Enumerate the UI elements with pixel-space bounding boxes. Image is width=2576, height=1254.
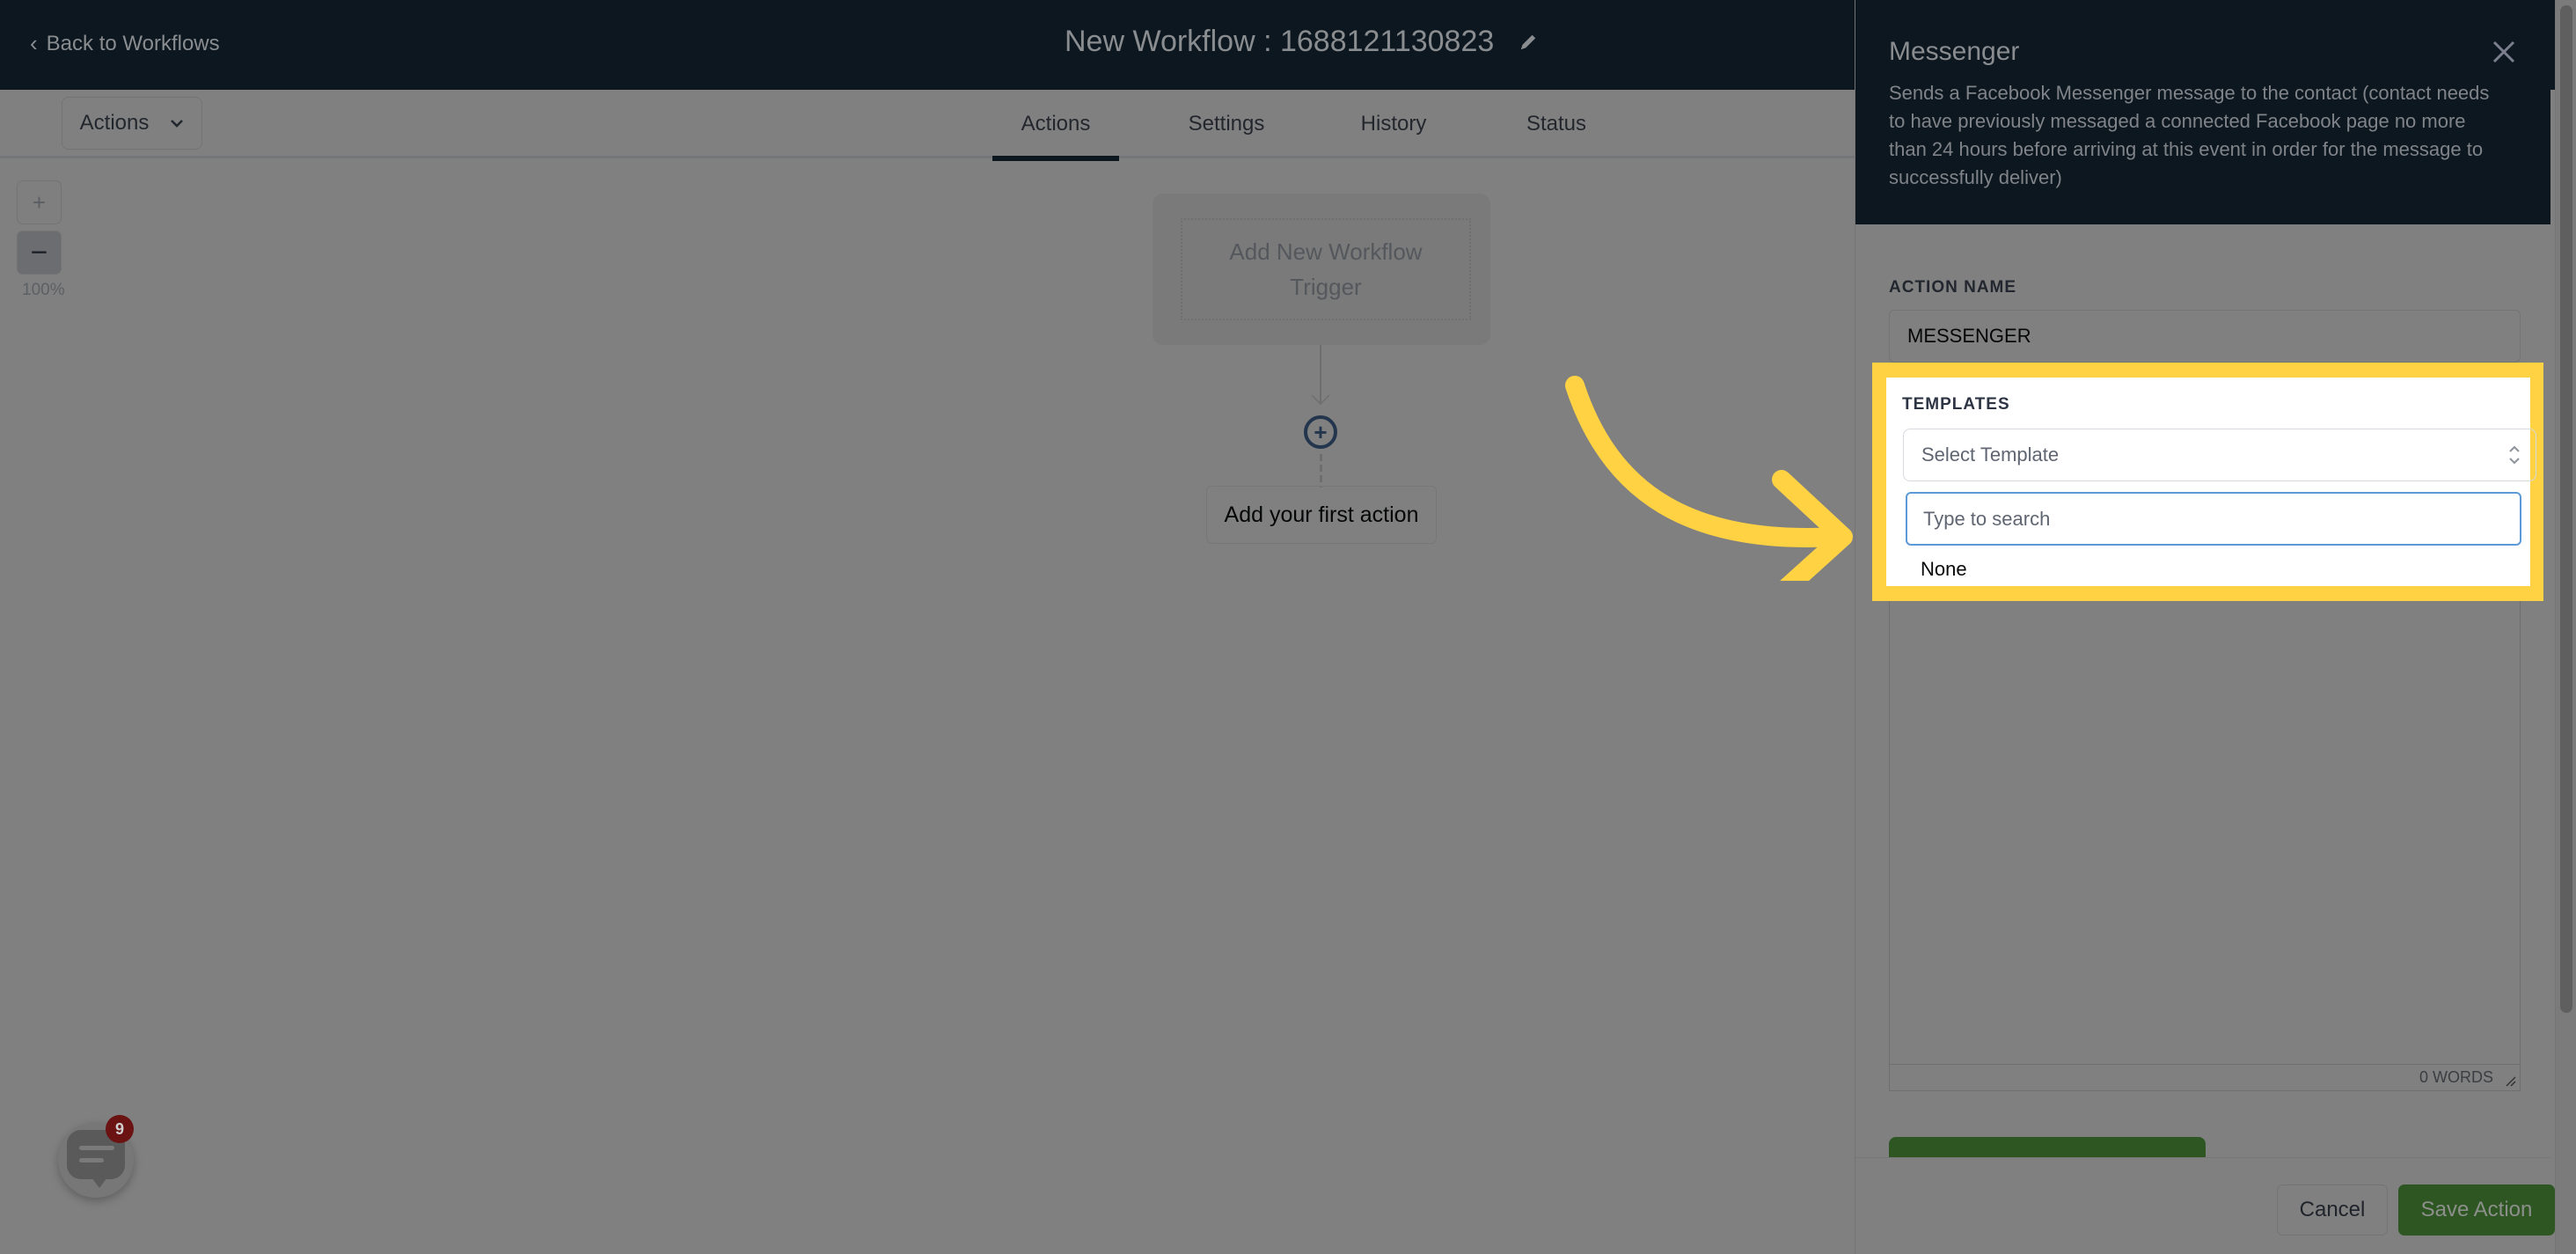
save-action-button[interactable]: Save Action [2398, 1184, 2555, 1236]
template-select[interactable]: Select Template [1903, 429, 2536, 481]
unread-badge: 9 [106, 1115, 134, 1143]
workflow-title-group: New Workflow : 1688121130823 [1065, 25, 1538, 59]
tab-status[interactable]: Status [1453, 90, 1659, 158]
workflow-title: New Workflow : 1688121130823 [1065, 25, 1495, 58]
zoom-controls: + − 100% [17, 180, 65, 300]
textarea-footer: 0 WORDS [1890, 1064, 2520, 1090]
panel-footer: Cancel Save Action [1855, 1157, 2555, 1254]
templates-label: TEMPLATES [1902, 395, 2010, 414]
add-trigger-button[interactable]: Add New Workflow Trigger [1181, 218, 1471, 320]
panel-title: Messenger [1889, 37, 2020, 66]
panel-description: Sends a Facebook Messenger message to th… [1889, 82, 2490, 188]
chevron-updown-icon [2509, 445, 2520, 465]
tab-history[interactable]: History [1334, 90, 1453, 158]
tab-settings[interactable]: Settings [1119, 90, 1334, 158]
action-name-input[interactable] [1889, 310, 2521, 363]
tab-bar: Actions Settings History Status [992, 90, 1659, 161]
back-to-workflows-link[interactable]: ‹ Back to Workflows [30, 30, 220, 57]
zoom-out-button[interactable]: − [17, 231, 62, 275]
actions-dropdown-label: Actions [79, 111, 150, 135]
add-action-plus-icon[interactable]: + [1304, 415, 1337, 449]
panel-scrollbar[interactable] [2555, 0, 2576, 1254]
scrollbar-thumb[interactable] [2560, 5, 2572, 1013]
action-name-label: ACTION NAME [1889, 278, 2017, 297]
tab-actions[interactable]: Actions [992, 90, 1119, 161]
actions-dropdown[interactable]: Actions [62, 97, 202, 150]
cancel-button[interactable]: Cancel [2277, 1184, 2388, 1236]
curved-arrow-annotation-icon [1565, 376, 1853, 581]
template-search-input[interactable] [1906, 492, 2521, 546]
panel-header: Messenger Sends a Facebook Messenger mes… [1855, 0, 2550, 224]
templates-section: TEMPLATES Select Template None [1886, 378, 2536, 586]
connector-arrow-icon [1311, 394, 1330, 405]
chevron-left-icon: ‹ [30, 30, 38, 56]
back-label: Back to Workflows [46, 31, 220, 55]
message-textarea[interactable]: 0 WORDS [1889, 598, 2521, 1091]
template-option-none[interactable]: None [1903, 554, 2536, 585]
template-select-value: Select Template [1921, 444, 2060, 466]
dashed-connector [1320, 454, 1322, 488]
templates-highlight-frame: TEMPLATES Select Template None [1872, 363, 2543, 601]
word-count: 0 WORDS [2419, 1068, 2493, 1086]
zoom-level: 100% [22, 281, 65, 299]
close-icon[interactable] [2491, 39, 2517, 65]
pencil-edit-icon[interactable] [1519, 33, 1538, 52]
chat-widget-button[interactable]: 9 [58, 1115, 134, 1198]
chevron-down-icon [171, 120, 184, 128]
sub-navigation: Actions Actions Settings History Status [0, 90, 1855, 161]
action-side-panel: Messenger Sends a Facebook Messenger mes… [1855, 0, 2555, 1254]
resize-handle-icon[interactable] [2504, 1074, 2516, 1087]
zoom-in-button[interactable]: + [17, 180, 62, 224]
trigger-node: Add New Workflow Trigger [1153, 194, 1490, 345]
add-first-action-button[interactable]: Add your first action [1206, 486, 1437, 544]
